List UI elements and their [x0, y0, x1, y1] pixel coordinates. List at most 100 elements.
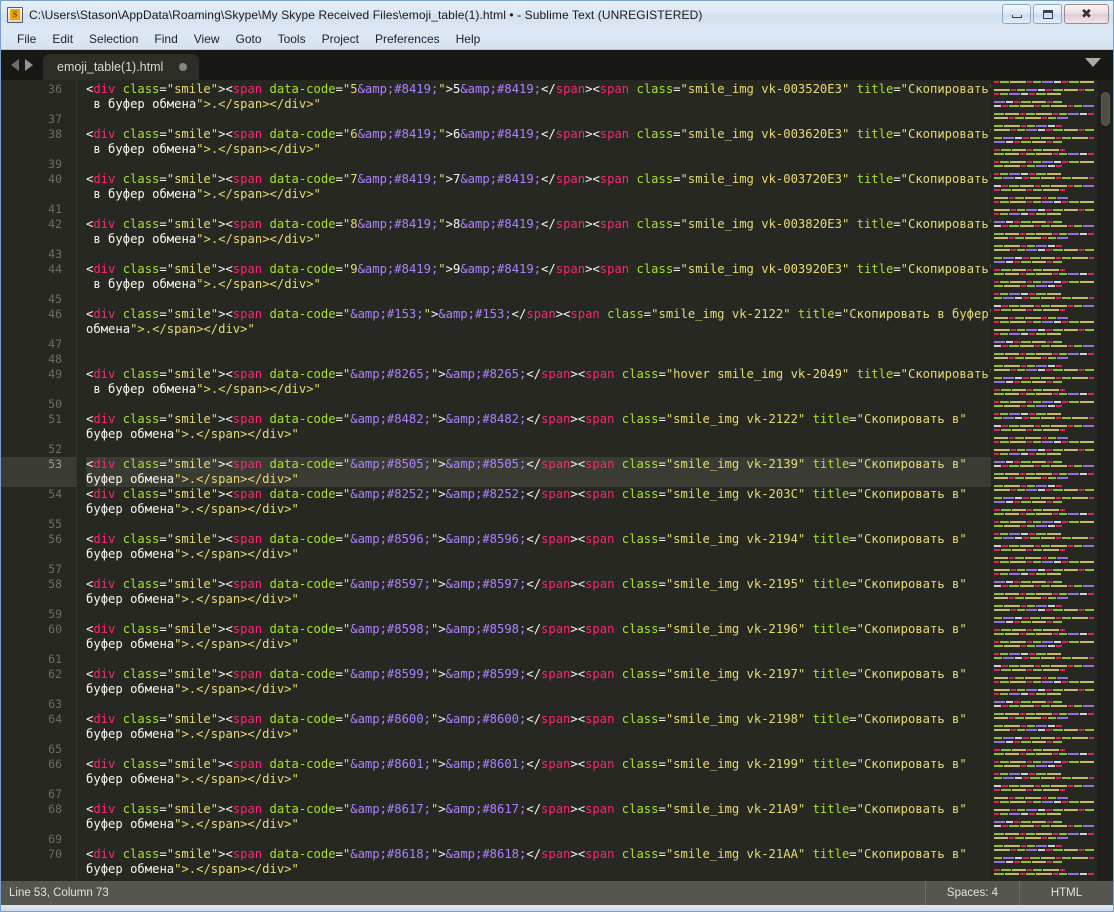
- code-line[interactable]: [86, 697, 991, 712]
- arrow-right-icon[interactable]: [25, 59, 33, 71]
- code-line[interactable]: в буфер обмена">.</span></div>": [86, 232, 991, 247]
- code-line[interactable]: <div class="smile"><span data-code="5&am…: [86, 82, 991, 97]
- code-line[interactable]: [86, 742, 991, 757]
- code-line[interactable]: <div class="smile"><span data-code="&amp…: [86, 307, 991, 322]
- code-line[interactable]: буфер обмена">.</span></div>": [86, 427, 991, 442]
- menu-item-find[interactable]: Find: [146, 30, 185, 48]
- code-line[interactable]: <div class="smile"><span data-code="8&am…: [86, 217, 991, 232]
- code-line[interactable]: [86, 832, 991, 847]
- line-number: 37: [48, 112, 62, 126]
- close-button[interactable]: ✖: [1064, 4, 1109, 24]
- code-line[interactable]: <div class="smile"><span data-code="6&am…: [86, 127, 991, 142]
- minimap[interactable]: [991, 80, 1097, 881]
- menu-item-goto[interactable]: Goto: [228, 30, 270, 48]
- code-line[interactable]: буфер обмена">.</span></div>": [86, 772, 991, 787]
- vertical-scrollbar[interactable]: [1097, 80, 1113, 881]
- status-bar: Line 53, Column 73 Spaces: 4 HTML: [1, 881, 1113, 905]
- code-line[interactable]: <div class="smile"><span data-code="&amp…: [86, 577, 991, 592]
- menu-item-help[interactable]: Help: [448, 30, 489, 48]
- code-line[interactable]: буфер обмена">.</span></div>": [86, 472, 991, 487]
- code-line[interactable]: [86, 157, 991, 172]
- code-line[interactable]: <div class="smile"><span data-code="9&am…: [86, 262, 991, 277]
- code-line[interactable]: <div class="smile"><span data-code="&amp…: [86, 412, 991, 427]
- code-line[interactable]: <div class="smile"><span data-code="&amp…: [86, 712, 991, 727]
- code-line[interactable]: [86, 337, 991, 352]
- line-number: 52: [48, 442, 62, 456]
- code-line[interactable]: в буфер обмена">.</span></div>": [86, 142, 991, 157]
- arrow-left-icon[interactable]: [11, 59, 19, 71]
- line-number: 67: [48, 787, 62, 801]
- tab-emoji-table[interactable]: emoji_table(1).html: [43, 54, 200, 80]
- code-line[interactable]: обмена">.</span></div>": [86, 322, 991, 337]
- line-number: 66: [48, 757, 62, 771]
- code-line[interactable]: <div class="smile"><span data-code="&amp…: [86, 802, 991, 817]
- code-line[interactable]: [86, 652, 991, 667]
- code-line[interactable]: буфер обмена">.</span></div>": [86, 637, 991, 652]
- menu-bar: File Edit Selection Find View Goto Tools Projec…: [1, 28, 1113, 50]
- code-line[interactable]: [86, 787, 991, 802]
- code-line[interactable]: [86, 292, 991, 307]
- code-line[interactable]: буфер обмена">.</span></div>": [86, 817, 991, 832]
- code-line[interactable]: <div class="smile"><span data-code="&amp…: [86, 457, 991, 472]
- code-line[interactable]: буфер обмена">.</span></div>": [86, 862, 991, 877]
- code-line[interactable]: <div class="smile"><span data-code="&amp…: [86, 532, 991, 547]
- code-line[interactable]: [86, 247, 991, 262]
- code-line[interactable]: буфер обмена">.</span></div>": [86, 727, 991, 742]
- menu-item-edit[interactable]: Edit: [44, 30, 81, 48]
- code-line[interactable]: <div class="smile"><span data-code="&amp…: [86, 847, 991, 862]
- line-number-wrap-continuation: [1, 817, 76, 832]
- code-line[interactable]: [86, 562, 991, 577]
- window-title: C:\Users\Stason\AppData\Roaming\Skype\My…: [29, 7, 703, 22]
- menu-item-selection[interactable]: Selection: [81, 30, 146, 48]
- tab-dirty-indicator-icon[interactable]: [179, 63, 188, 71]
- code-line[interactable]: <div class="smile"><span data-code="&amp…: [86, 757, 991, 772]
- scrollbar-thumb[interactable]: [1101, 92, 1110, 126]
- line-number: 51: [48, 412, 62, 426]
- menu-item-view[interactable]: View: [186, 30, 228, 48]
- code-line[interactable]: в буфер обмена">.</span></div>": [86, 382, 991, 397]
- code-line[interactable]: [86, 607, 991, 622]
- syntax-status[interactable]: HTML: [1019, 881, 1113, 905]
- minimize-button[interactable]: [1002, 4, 1031, 24]
- line-number: 49: [48, 367, 62, 381]
- menu-item-file[interactable]: File: [9, 30, 44, 48]
- code-line[interactable]: [86, 517, 991, 532]
- maximize-button[interactable]: [1033, 4, 1062, 24]
- code-line[interactable]: [86, 352, 991, 367]
- code-line[interactable]: [86, 112, 991, 127]
- line-number: 48: [48, 352, 62, 366]
- code-line[interactable]: [86, 442, 991, 457]
- code-line[interactable]: буфер обмена">.</span></div>": [86, 502, 991, 517]
- code-line[interactable]: <div class="smile"><span data-code="&amp…: [86, 622, 991, 637]
- code-line[interactable]: в буфер обмена">.</span></div>": [86, 277, 991, 292]
- indentation-status[interactable]: Spaces: 4: [925, 881, 1019, 905]
- code-line[interactable]: <div class="smile"><span data-code="&amp…: [86, 367, 991, 382]
- code-line[interactable]: [86, 397, 991, 412]
- code-line[interactable]: буфер обмена">.</span></div>": [86, 682, 991, 697]
- line-number-wrap-continuation: [1, 427, 76, 442]
- code-line[interactable]: <div class="smile"><span data-code="&amp…: [86, 667, 991, 682]
- line-number: 42: [48, 217, 62, 231]
- line-number-wrap-continuation: [1, 142, 76, 157]
- line-number-gutter: 36 37 38 39 40 41 42 43 44 45 46 47 48 49 50 51 52 53 54 55…: [1, 80, 77, 881]
- cursor-position-status[interactable]: Line 53, Column 73: [1, 887, 925, 899]
- line-number: 41: [48, 202, 62, 216]
- line-number-wrap-continuation: [1, 97, 76, 112]
- menu-item-tools[interactable]: Tools: [270, 30, 314, 48]
- code-line[interactable]: в буфер обмена">.</span></div>": [86, 187, 991, 202]
- code-line[interactable]: в буфер обмена">.</span></div>": [86, 97, 991, 112]
- code-line[interactable]: буфер обмена">.</span></div>": [86, 592, 991, 607]
- title-bar: S C:\Users\Stason\AppData\Roaming\Skype\…: [1, 1, 1113, 28]
- code-line[interactable]: буфер обмена">.</span></div>": [86, 547, 991, 562]
- editor-chrome: emoji_table(1).html 36 37 38 39 40 41 42 43 44 45…: [1, 50, 1113, 881]
- sublime-text-icon: S: [7, 6, 23, 23]
- code-line[interactable]: [86, 202, 991, 217]
- code-line[interactable]: <div class="smile"><span data-code="7&am…: [86, 172, 991, 187]
- menu-item-project[interactable]: Project: [314, 30, 367, 48]
- code-content[interactable]: <div class="smile"><span data-code="5&am…: [77, 80, 991, 881]
- code-line[interactable]: <div class="smile"><span data-code="&amp…: [86, 487, 991, 502]
- chevron-down-icon[interactable]: [1085, 58, 1101, 67]
- line-number: 58: [48, 577, 62, 591]
- menu-item-preferences[interactable]: Preferences: [367, 30, 448, 48]
- line-number: 59: [48, 607, 62, 621]
